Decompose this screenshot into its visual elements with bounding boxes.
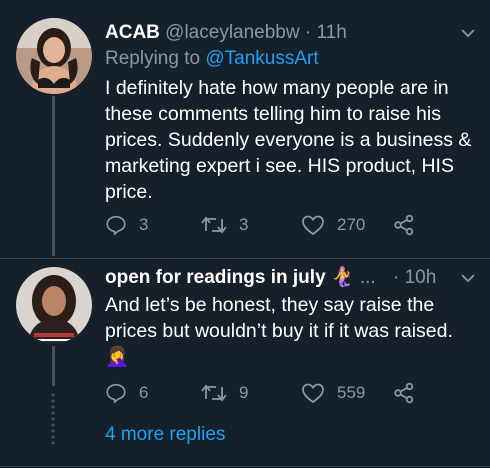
like-count: 559 [337, 383, 366, 402]
display-name[interactable]: open for readings in july [105, 267, 326, 288]
chevron-down-icon[interactable] [460, 25, 476, 41]
retweet-count: 3 [239, 215, 249, 234]
reply-button[interactable]: 3 [105, 214, 148, 236]
reply-button[interactable]: 6 [105, 382, 148, 404]
share-button[interactable] [393, 382, 415, 404]
reply-count: 6 [139, 383, 149, 402]
avatar[interactable] [16, 18, 92, 94]
tweet-header: ACAB @laceylanebbw · 11h [105, 21, 478, 45]
like-count: 270 [337, 215, 366, 234]
tweet-text: I definitely hate how many people are in… [105, 77, 472, 203]
separator: · [304, 22, 312, 43]
tweet-actions: 3 3 270 [105, 214, 490, 240]
reply-count: 3 [139, 215, 149, 234]
separator: · [393, 267, 400, 288]
retweet-icon [201, 216, 227, 234]
handle[interactable]: @laceylanebbw [165, 22, 299, 43]
replying-to: Replying to @TankussArt [105, 47, 319, 71]
like-icon [302, 383, 324, 403]
share-button[interactable] [393, 214, 415, 236]
like-icon [302, 215, 324, 235]
tweet-header: open for readings in july 🧜‍♀️ ... · 10h [105, 266, 478, 290]
avatar[interactable] [16, 267, 92, 343]
replying-handle-link[interactable]: @TankussArt [205, 48, 318, 69]
like-button[interactable]: 270 [301, 214, 365, 236]
share-icon [394, 382, 414, 404]
tweet-text-content: And let’s be honest, they say raise the … [105, 294, 453, 342]
tweet-text: And let’s be honest, they say raise the … [105, 292, 476, 370]
mermaid-emoji: 🧜‍♀️ [330, 267, 355, 288]
retweet-button[interactable]: 9 [201, 382, 248, 404]
tweet[interactable]: ACAB @laceylanebbw · 11h Replying to @Ta… [0, 0, 490, 262]
display-name[interactable]: ACAB [105, 22, 160, 43]
timestamp[interactable]: 10h [405, 267, 437, 288]
reply-icon [106, 383, 126, 403]
retweet-icon [201, 384, 227, 402]
tweet-actions: 6 9 559 [105, 382, 490, 408]
retweet-button[interactable]: 3 [201, 214, 248, 236]
chevron-down-icon[interactable] [460, 270, 476, 286]
facepalm-emoji: 🤦‍♀️ [105, 346, 130, 368]
retweet-count: 9 [239, 383, 249, 402]
divider [0, 466, 490, 467]
tweet[interactable]: open for readings in july 🧜‍♀️ ... · 10h… [0, 258, 490, 468]
reply-icon [106, 215, 126, 235]
replying-prefix: Replying to [105, 48, 201, 69]
name-ellipsis: ... [359, 267, 376, 288]
share-icon [394, 214, 414, 236]
like-button[interactable]: 559 [301, 382, 365, 404]
timestamp[interactable]: 11h [316, 22, 346, 43]
more-replies-link[interactable]: 4 more replies [105, 424, 225, 446]
